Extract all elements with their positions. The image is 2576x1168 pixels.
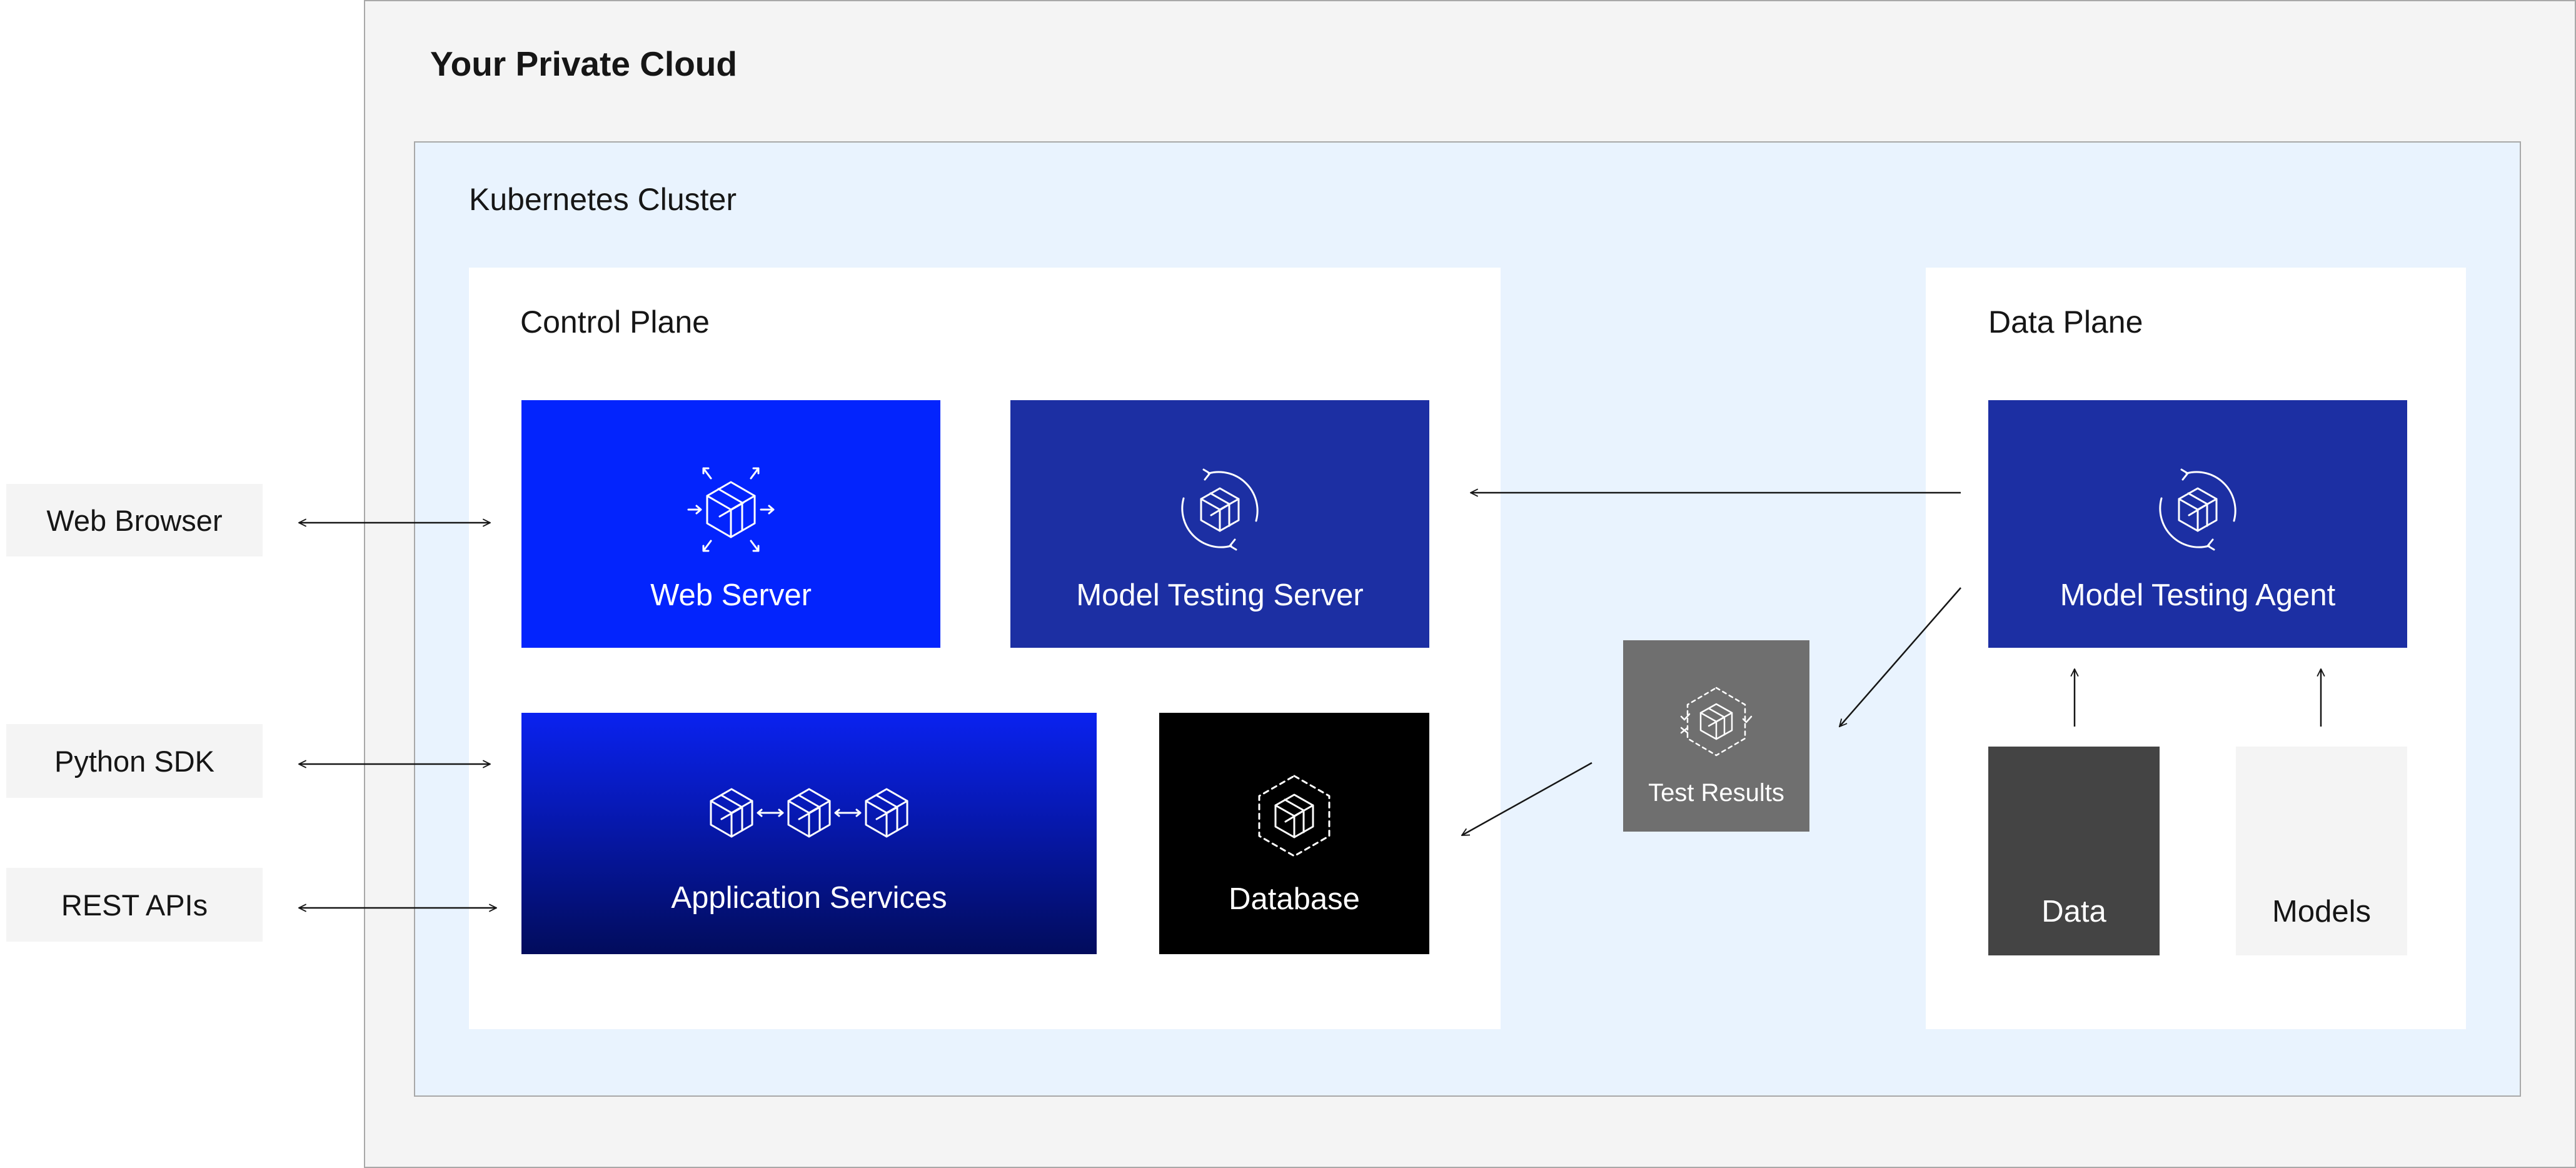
linked-cubes-icon <box>521 775 1097 850</box>
model-testing-agent-label: Model Testing Agent <box>2060 578 2336 612</box>
private-cloud-title: Your Private Cloud <box>430 44 737 83</box>
control-plane-title: Control Plane <box>520 305 710 340</box>
model-testing-server-node: Model Testing Server <box>1010 400 1429 648</box>
cube-sync-icon <box>1010 456 1429 563</box>
kubernetes-cluster-title: Kubernetes Cluster <box>469 182 737 217</box>
database-node: Database <box>1159 713 1429 954</box>
data-node: Data <box>1988 747 2160 955</box>
application-services-label: Application Services <box>671 881 947 915</box>
cube-sync-icon <box>1988 456 2407 563</box>
database-label: Database <box>1229 882 1360 916</box>
web-browser-client: Web Browser <box>6 484 263 556</box>
web-server-label: Web Server <box>650 578 812 612</box>
python-sdk-client: Python SDK <box>6 724 263 798</box>
data-plane-title: Data Plane <box>1988 305 2143 340</box>
cube-in-dashed-hexagon-icon <box>1159 769 1429 863</box>
rest-apis-client: REST APIs <box>6 868 263 942</box>
model-testing-server-label: Model Testing Server <box>1076 578 1364 612</box>
test-results-node: Test Results <box>1623 640 1809 832</box>
models-label: Models <box>2272 895 2371 929</box>
web-server-node: Web Server <box>521 400 940 648</box>
models-node: Models <box>2236 747 2407 955</box>
cube-check-icon <box>1623 684 1809 759</box>
test-results-label: Test Results <box>1648 779 1784 807</box>
cube-with-outward-arrows-icon <box>521 456 940 563</box>
application-services-node: Application Services <box>521 713 1097 954</box>
data-label: Data <box>2041 895 2106 929</box>
model-testing-agent-node: Model Testing Agent <box>1988 400 2407 648</box>
